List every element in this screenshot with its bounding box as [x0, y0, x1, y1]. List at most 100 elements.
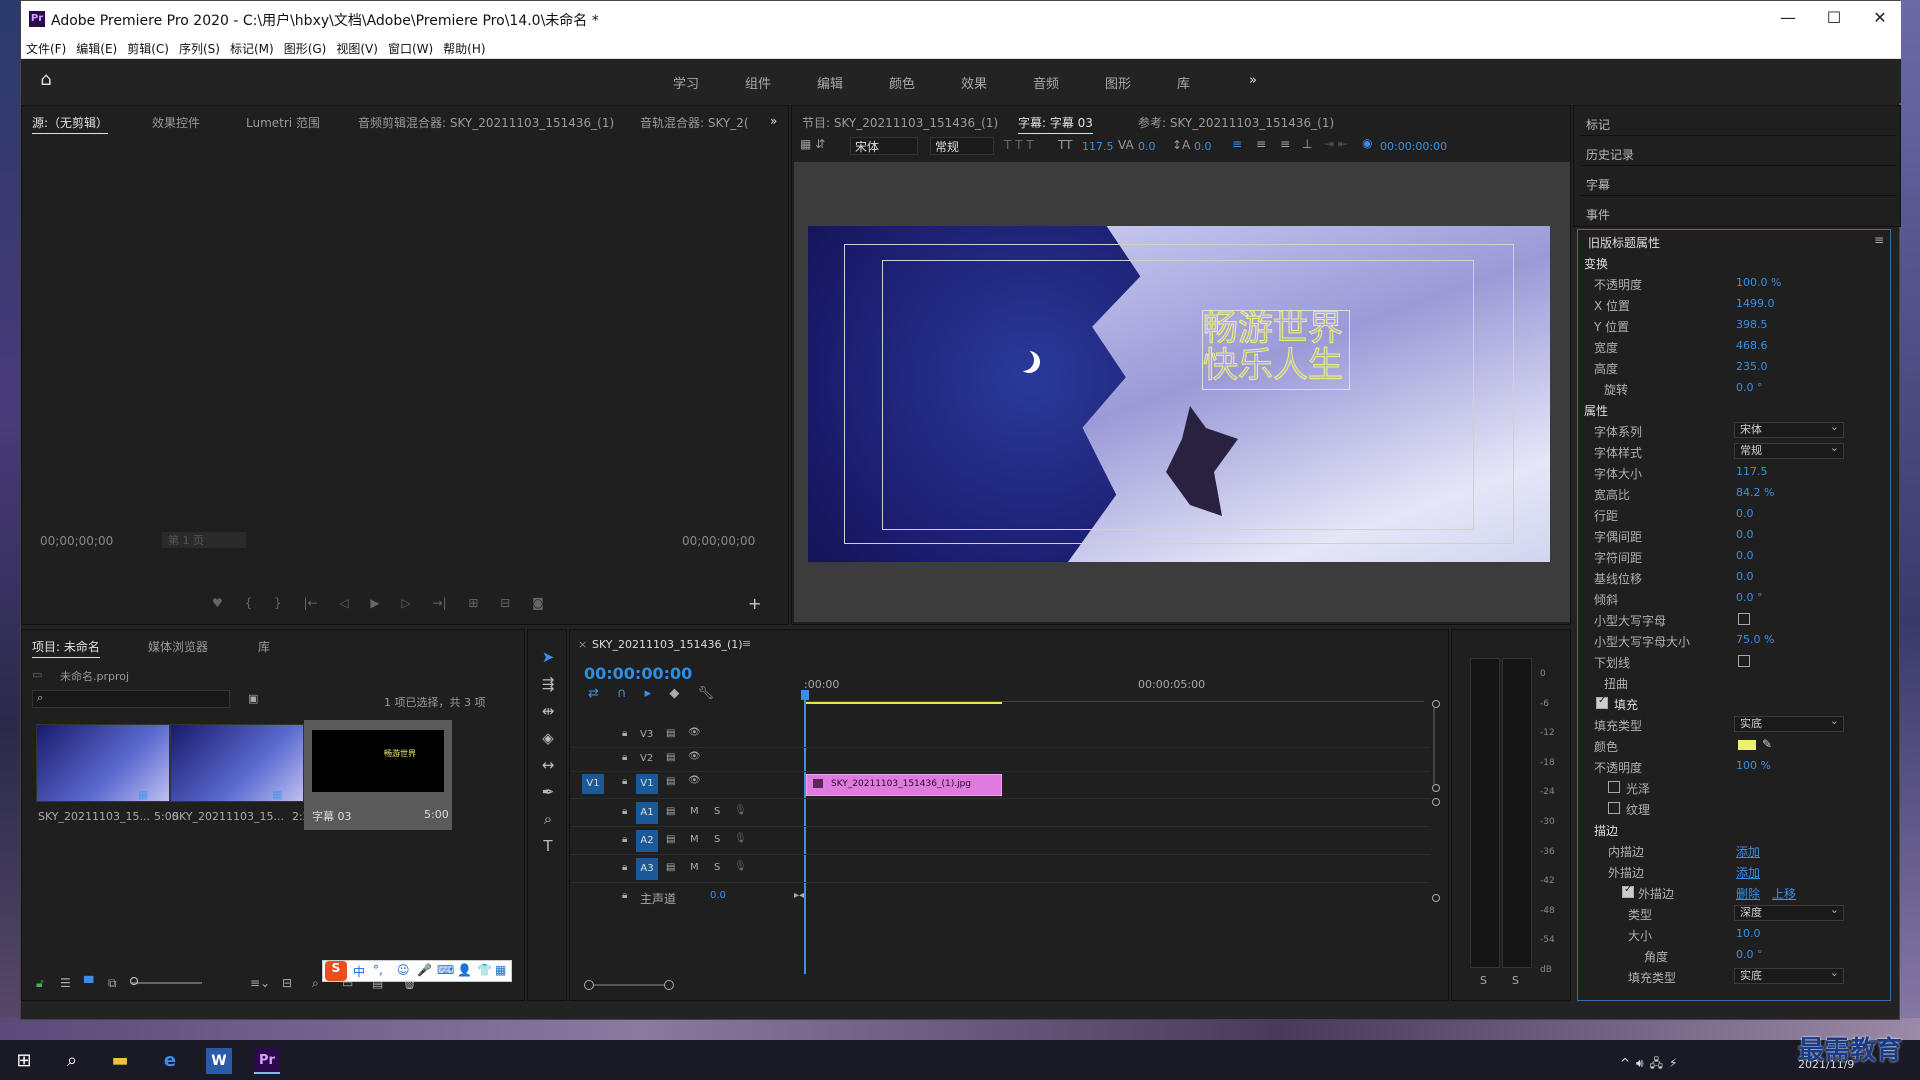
sync-icon[interactable]: ▤ — [666, 776, 675, 787]
vscroll-bottom-handle[interactable] — [1432, 894, 1440, 902]
add-button-icon[interactable]: + — [748, 594, 761, 613]
vscroll-mid-handle[interactable] — [1432, 784, 1440, 792]
work-area-bar[interactable] — [806, 702, 1002, 704]
tab-media-browser[interactable]: 媒体浏览器 — [148, 638, 208, 655]
sync-icon[interactable]: ▤ — [666, 806, 675, 817]
stroke-type-dropdown[interactable]: 深度 — [1734, 903, 1844, 921]
lock-icon[interactable]: 🔒︎ — [622, 834, 627, 845]
close-sequence-icon[interactable]: × — [578, 638, 587, 651]
word-icon[interactable]: W — [206, 1048, 232, 1074]
menu-clip[interactable]: 剪辑(C) — [122, 37, 174, 57]
sync-icon[interactable]: ▤ — [666, 728, 675, 739]
underline-checkbox[interactable] — [1738, 655, 1750, 667]
mute-icon[interactable]: M — [690, 806, 699, 817]
font-family-dropdown[interactable]: 宋体 — [1734, 420, 1844, 438]
pen-tool-icon[interactable]: ✒ — [538, 779, 558, 806]
ime-toolbar[interactable]: S 中 °, ☺ 🎤 ⌨ 👤 👕 ▦ — [322, 960, 512, 982]
fill-type-dropdown[interactable]: 实底 — [1734, 714, 1844, 732]
video-frame[interactable]: 畅游世界 快乐人生 — [808, 226, 1550, 562]
workspace-color[interactable]: 颜色 — [889, 73, 915, 92]
workspace-audio[interactable]: 音频 — [1033, 73, 1059, 92]
lock-icon[interactable]: 🔒︎ — [622, 890, 627, 901]
project-thumb-2[interactable] — [170, 724, 304, 802]
small-caps-size-value[interactable]: 75.0 % — [1736, 633, 1774, 646]
menu-view[interactable]: 视图(V) — [331, 37, 383, 57]
menu-marker[interactable]: 标记(M) — [225, 37, 279, 57]
hscroll-thumb[interactable] — [594, 984, 664, 986]
stroke-size-value[interactable]: 10.0 — [1736, 927, 1761, 940]
tab-libraries[interactable]: 库 — [258, 638, 270, 655]
hscroll-left-handle[interactable] — [584, 980, 594, 990]
timeline-ruler[interactable] — [804, 692, 1424, 702]
sort-icons-icon[interactable]: ≡⌄ — [250, 976, 270, 990]
track-select-tool-icon[interactable]: ⇶ — [538, 671, 558, 698]
project-search-input[interactable]: ⌕ — [32, 690, 230, 708]
lock-icon[interactable]: 🔒︎ — [622, 862, 627, 873]
panel-overflow-icon[interactable]: » — [770, 114, 777, 128]
fill-opacity-value[interactable]: 100 % — [1736, 759, 1771, 772]
font-style-dropdown[interactable]: 常规 — [1734, 441, 1844, 459]
tab-effect-controls[interactable]: 效果控件 — [152, 114, 200, 131]
workspace-libraries[interactable]: 库 — [1177, 73, 1190, 92]
page-select[interactable]: 第 1 页 — [162, 532, 246, 548]
track-label[interactable]: A3 — [636, 858, 658, 880]
lock-icon[interactable]: 🔒︎ — [622, 776, 627, 787]
solo-icon[interactable]: S — [714, 806, 720, 817]
system-tray-icons[interactable]: ^🔊︎🖧⚡ — [1620, 1054, 1683, 1075]
rotation-value[interactable]: 0.0 ° — [1736, 381, 1763, 394]
lock-icon[interactable]: 🔓︎ — [36, 976, 44, 991]
sync-icon[interactable]: ▤ — [666, 862, 675, 873]
zoom-tool-icon[interactable]: ⌕ — [538, 806, 558, 833]
baseline-shift-value[interactable]: 0.0 — [1736, 570, 1754, 583]
transform-header[interactable]: 变换 — [1584, 255, 1608, 272]
ime-voice-icon[interactable]: 🎤 — [417, 963, 432, 977]
color-swatch[interactable] — [1738, 740, 1756, 750]
align-center-icon[interactable]: ≡ — [1256, 137, 1266, 151]
zoom-slider[interactable] — [132, 982, 202, 984]
ime-punctuation-toggle[interactable]: °, — [373, 963, 383, 977]
tab-program[interactable]: 节目: SKY_20211103_151436_(1) — [802, 114, 998, 131]
mic-icon[interactable]: 🎙︎ — [734, 833, 747, 844]
background-timecode[interactable]: 00:00:00:00 — [1380, 140, 1447, 153]
panel-markers[interactable]: 标记 — [1580, 110, 1896, 136]
type-tool-icon[interactable]: T — [538, 833, 558, 860]
track-label[interactable]: V1 — [636, 774, 658, 794]
mic-icon[interactable]: 🎙︎ — [734, 861, 747, 872]
kerning-prop-value[interactable]: 0.0 — [1736, 528, 1754, 541]
align-right-icon[interactable]: ≡ — [1280, 137, 1290, 151]
ime-keyboard-icon[interactable]: ⌨ — [437, 963, 454, 977]
razor-tool-icon[interactable]: ◈ — [538, 725, 558, 752]
close-button[interactable]: ✕ — [1857, 5, 1903, 31]
distort-label[interactable]: 扭曲 — [1604, 675, 1628, 692]
text-style-icons[interactable]: T T T — [1004, 138, 1034, 152]
vscroll-top-handle[interactable] — [1432, 700, 1440, 708]
playback-icons[interactable]: ⇥ ⇤ — [1324, 137, 1348, 151]
stroke-fill-type-dropdown[interactable]: 实底 — [1734, 966, 1844, 984]
new-bin-icon[interactable]: ▣ — [248, 692, 258, 705]
more-workspaces-icon[interactable]: » — [1249, 73, 1257, 88]
panel-captions[interactable]: 字幕 — [1580, 170, 1896, 196]
hscroll-right-handle[interactable] — [664, 980, 674, 990]
track-label[interactable]: A2 — [636, 830, 658, 852]
fill-header[interactable]: 填充 — [1614, 696, 1638, 713]
go-to-end-icon[interactable]: ▸◂ — [794, 890, 804, 901]
premiere-taskbar-icon[interactable]: Pr — [254, 1048, 280, 1074]
timeline-hscroll[interactable] — [584, 980, 1284, 990]
inner-stroke-add-link[interactable]: 添加 — [1736, 843, 1760, 860]
solo-icon[interactable]: S — [714, 862, 720, 873]
track-label[interactable]: A1 — [636, 802, 658, 824]
file-explorer-icon[interactable]: ▬ — [100, 1048, 140, 1074]
vscroll-audio-handle[interactable] — [1432, 798, 1440, 806]
opacity-value[interactable]: 100.0 % — [1736, 276, 1781, 289]
list-view-icon[interactable]: ☰ — [60, 976, 71, 990]
outer-stroke-item-label[interactable]: 外描边 — [1638, 885, 1674, 902]
y-position-value[interactable]: 398.5 — [1736, 318, 1768, 331]
ripple-edit-tool-icon[interactable]: ⇹ — [538, 698, 558, 725]
gloss-checkbox[interactable] — [1608, 781, 1620, 793]
project-thumb-1[interactable] — [36, 724, 170, 802]
zoom-slider-handle[interactable] — [130, 977, 138, 985]
eye-icon[interactable]: 👁︎ — [688, 775, 701, 786]
eyedropper-icon[interactable]: ✎ — [1762, 737, 1772, 751]
start-icon[interactable]: ⊞ — [4, 1048, 44, 1074]
eye-icon[interactable]: 👁︎ — [688, 727, 701, 738]
